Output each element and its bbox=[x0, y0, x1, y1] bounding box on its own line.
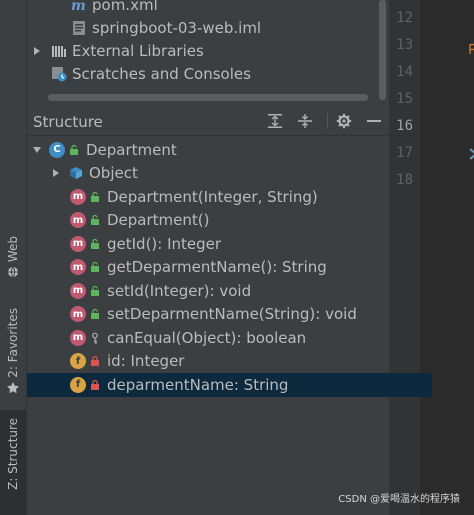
public-access-icon bbox=[89, 237, 101, 251]
method-icon: m bbox=[70, 188, 86, 205]
tree-node-label: deparmentName: String bbox=[107, 375, 289, 394]
private-access-icon bbox=[89, 354, 101, 368]
method-icon: m bbox=[70, 329, 86, 346]
tree-item-label: Scratches and Consoles bbox=[72, 64, 251, 83]
line-number-current: 16 bbox=[396, 118, 413, 134]
tab-web-label: Web bbox=[6, 236, 20, 263]
structure-header: Structure bbox=[27, 106, 389, 136]
structure-node-method[interactable]: m canEqual(Object): boolean bbox=[27, 326, 432, 350]
expand-all-icon bbox=[268, 114, 282, 128]
line-number: 12 bbox=[396, 10, 413, 26]
library-icon bbox=[51, 43, 67, 59]
structure-root-department[interactable]: C Department bbox=[27, 138, 393, 162]
structure-panel: Structure C Department Object m Departme… bbox=[27, 106, 432, 515]
project-tree-panel: m pom.xml springboot-03-web.iml External… bbox=[27, 0, 389, 106]
gear-icon bbox=[336, 113, 352, 129]
star-icon bbox=[6, 381, 20, 395]
watermark: CSDN @爱喝温水的程序猿 bbox=[338, 494, 460, 505]
tree-node-label: Object bbox=[89, 164, 138, 183]
tree-node-label: Department(Integer, String) bbox=[107, 187, 318, 206]
expand-all-button[interactable] bbox=[265, 111, 285, 131]
structure-node-field[interactable]: f id: Integer bbox=[27, 350, 432, 374]
class-icon: C bbox=[49, 141, 65, 158]
private-access-icon bbox=[89, 378, 101, 392]
tree-item-pom-xml[interactable]: m pom.xml bbox=[71, 0, 158, 16]
horizontal-scrollbar[interactable] bbox=[48, 94, 368, 101]
tree-item-label: springboot-03-web.iml bbox=[92, 18, 262, 37]
web-icon bbox=[6, 265, 20, 279]
structure-node-field-selected[interactable]: f deparmentName: String bbox=[27, 373, 432, 397]
structure-node-object[interactable]: Object bbox=[27, 162, 412, 186]
collapse-all-icon bbox=[298, 114, 312, 128]
toolbar-separator bbox=[327, 113, 328, 129]
tree-item-label: External Libraries bbox=[72, 41, 204, 60]
structure-node-method[interactable]: m getId(): Integer bbox=[27, 232, 432, 256]
tree-item-iml[interactable]: springboot-03-web.iml bbox=[71, 16, 261, 39]
iml-file-icon bbox=[71, 20, 87, 36]
ide-window: Web 2: Favorites Z: Structure m pom.xml bbox=[0, 0, 474, 515]
tree-node-label: getDeparmentName(): String bbox=[107, 258, 327, 277]
scratches-icon bbox=[51, 66, 67, 82]
method-icon: m bbox=[70, 259, 86, 276]
public-access-icon bbox=[89, 213, 101, 227]
tree-item-label: pom.xml bbox=[92, 0, 158, 14]
line-number: 13 bbox=[396, 37, 413, 53]
tree-item-scratches[interactable]: Scratches and Consoles bbox=[51, 62, 251, 85]
fold-marker-icon[interactable] bbox=[469, 146, 474, 160]
structure-node-method[interactable]: m Department(Integer, String) bbox=[27, 185, 432, 209]
structure-node-method[interactable]: m setId(Integer): void bbox=[27, 279, 432, 303]
expand-arrow-icon[interactable] bbox=[31, 46, 43, 56]
settings-button[interactable] bbox=[334, 111, 354, 131]
line-number: 15 bbox=[396, 91, 413, 107]
tree-item-external-libraries[interactable]: External Libraries bbox=[31, 39, 204, 62]
tree-node-label: Department bbox=[86, 140, 177, 159]
tree-node-label: id: Integer bbox=[107, 352, 185, 371]
field-icon: f bbox=[70, 376, 86, 393]
public-access-icon bbox=[89, 307, 101, 321]
tab-favorites-label: 2: Favorites bbox=[6, 308, 20, 378]
protected-access-icon bbox=[89, 331, 101, 345]
structure-node-method[interactable]: m Department() bbox=[27, 209, 432, 233]
collapse-all-button[interactable] bbox=[295, 111, 315, 131]
left-tool-stripe: Web 2: Favorites Z: Structure bbox=[0, 0, 27, 515]
svg-text:m: m bbox=[71, 0, 86, 12]
public-access-icon bbox=[89, 190, 101, 204]
tree-node-label: Department() bbox=[107, 211, 210, 230]
method-icon: m bbox=[70, 212, 86, 229]
tree-node-label: canEqual(Object): boolean bbox=[107, 328, 307, 347]
public-access-icon bbox=[89, 284, 101, 298]
vertical-scrollbar[interactable] bbox=[379, 0, 386, 100]
expand-arrow-icon[interactable] bbox=[50, 167, 62, 179]
public-access-icon bbox=[68, 143, 80, 157]
minimize-icon bbox=[367, 120, 381, 122]
collapse-arrow-icon[interactable] bbox=[31, 144, 43, 156]
tree-node-label: setDeparmentName(String): void bbox=[107, 305, 357, 324]
structure-node-method[interactable]: m setDeparmentName(String): void bbox=[27, 303, 432, 327]
tab-structure-label: Z: Structure bbox=[6, 418, 20, 490]
method-icon: m bbox=[70, 282, 86, 299]
public-access-icon bbox=[89, 260, 101, 274]
method-icon: m bbox=[70, 306, 86, 323]
tab-favorites[interactable]: 2: Favorites bbox=[0, 308, 26, 395]
structure-node-method[interactable]: m getDeparmentName(): String bbox=[27, 256, 432, 280]
method-icon: m bbox=[70, 235, 86, 252]
tab-web[interactable]: Web bbox=[0, 236, 26, 279]
tree-node-label: getId(): Integer bbox=[107, 234, 222, 253]
field-icon: f bbox=[70, 353, 86, 370]
maven-icon: m bbox=[71, 0, 87, 13]
object-class-icon bbox=[68, 165, 84, 181]
structure-title: Structure bbox=[33, 113, 103, 131]
tree-node-label: setId(Integer): void bbox=[107, 281, 252, 300]
line-number: 14 bbox=[396, 64, 413, 80]
tab-structure[interactable]: Z: Structure bbox=[0, 410, 26, 515]
hide-panel-button[interactable] bbox=[364, 111, 384, 131]
code-fragment bbox=[469, 40, 474, 54]
